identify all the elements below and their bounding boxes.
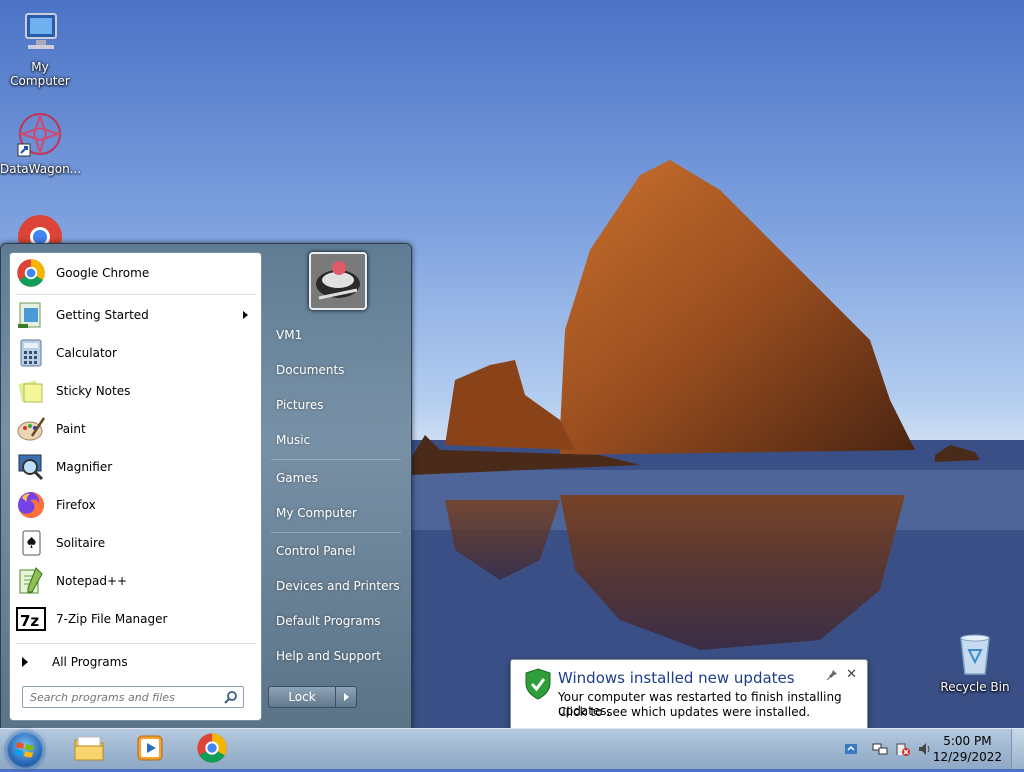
programs-pane: Google Chrome Getting Started Calculator… xyxy=(9,252,262,721)
sticky-notes-icon xyxy=(15,375,47,407)
program-sticky-notes[interactable]: Sticky Notes xyxy=(12,373,258,409)
start-link-music[interactable]: Music xyxy=(276,433,310,447)
calculator-icon xyxy=(15,337,47,369)
notification-title: Windows installed new updates xyxy=(558,669,795,687)
program-firefox[interactable]: Firefox xyxy=(12,487,258,523)
update-notification[interactable]: Windows installed new updates Your compu… xyxy=(510,659,868,738)
all-programs-arrow-icon xyxy=(22,657,28,667)
close-icon[interactable]: ✕ xyxy=(846,667,857,682)
media-player-icon xyxy=(135,733,165,766)
solitaire-icon xyxy=(15,527,47,559)
taskbar-chrome-button[interactable] xyxy=(190,732,234,766)
program-calculator[interactable]: Calculator xyxy=(12,335,258,371)
program-getting-started[interactable]: Getting Started xyxy=(12,297,258,333)
user-avatar[interactable] xyxy=(309,252,367,310)
action-center-tray-icon[interactable] xyxy=(895,741,911,757)
all-programs-button[interactable]: All Programs xyxy=(18,650,128,674)
folder-icon xyxy=(73,734,105,765)
submenu-arrow-icon xyxy=(243,311,248,319)
7zip-icon: 7z xyxy=(15,603,47,635)
desktop-icon-label: DataWagon... xyxy=(0,162,82,176)
clock-date: 12/29/2022 xyxy=(932,750,1002,764)
desktop-icon-chrome[interactable] xyxy=(0,213,80,243)
start-link-default-programs[interactable]: Default Programs xyxy=(276,614,381,628)
taskbar-clock[interactable]: 5:00 PM 12/29/2022 xyxy=(933,734,1002,764)
program-magnifier[interactable]: Magnifier xyxy=(12,449,258,485)
recycle-bin-icon xyxy=(951,630,999,678)
taskbar-explorer-button[interactable] xyxy=(67,732,111,766)
clock-time: 5:00 PM xyxy=(943,734,992,748)
desktop-icon-recycle-bin[interactable]: Recycle Bin xyxy=(935,630,1015,694)
getting-started-icon xyxy=(15,299,47,331)
firefox-icon xyxy=(15,489,47,521)
separator xyxy=(271,532,401,533)
windows-update-tray-icon[interactable] xyxy=(843,741,859,757)
start-link-documents[interactable]: Documents xyxy=(276,363,344,377)
svg-text:7z: 7z xyxy=(20,612,39,630)
search-box[interactable] xyxy=(22,686,244,708)
desktop-icon-label: Recycle Bin xyxy=(940,680,1010,694)
start-link-games[interactable]: Games xyxy=(276,471,318,485)
desktop-icon-datawagon[interactable]: DataWagon... xyxy=(0,112,82,176)
notepadpp-icon xyxy=(15,565,47,597)
chrome-icon xyxy=(196,732,228,767)
chrome-icon xyxy=(16,213,64,243)
program-solitaire[interactable]: Solitaire xyxy=(12,525,258,561)
start-link-vm1[interactable]: VM1 xyxy=(276,328,302,342)
computer-icon xyxy=(16,10,64,58)
start-link-devices-printers[interactable]: Devices and Printers xyxy=(276,579,400,593)
datawagon-icon xyxy=(16,112,64,160)
shutdown-options-arrow-button[interactable] xyxy=(335,686,357,708)
notification-message: Click to see which updates were installe… xyxy=(558,705,811,719)
desktop-icon-my-computer[interactable]: My Computer xyxy=(0,10,80,88)
paint-icon xyxy=(15,413,47,445)
program-paint[interactable]: Paint xyxy=(12,411,258,447)
search-input[interactable] xyxy=(28,689,222,705)
shield-check-icon xyxy=(524,668,552,703)
program-google-chrome[interactable]: Google Chrome xyxy=(12,255,258,291)
pin-icon[interactable] xyxy=(826,669,837,681)
separator xyxy=(16,294,256,295)
search-icon[interactable] xyxy=(224,690,238,707)
network-tray-icon[interactable] xyxy=(872,741,888,757)
start-menu: Google Chrome Getting Started Calculator… xyxy=(0,243,412,730)
start-link-control-panel[interactable]: Control Panel xyxy=(276,544,356,558)
taskbar-media-player-button[interactable] xyxy=(128,732,172,766)
start-link-help-support[interactable]: Help and Support xyxy=(276,649,381,663)
chrome-icon xyxy=(15,257,47,289)
windows-logo-icon xyxy=(15,742,34,758)
start-link-my-computer[interactable]: My Computer xyxy=(276,506,357,520)
volume-tray-icon[interactable] xyxy=(917,741,933,757)
separator xyxy=(271,459,401,460)
lock-button[interactable]: Lock xyxy=(268,686,336,708)
desktop-icon-label: My Computer xyxy=(10,60,70,88)
start-menu-links-pane: VM1 Documents Pictures Music Games My Co… xyxy=(263,244,411,729)
start-button[interactable] xyxy=(6,731,44,769)
start-link-pictures[interactable]: Pictures xyxy=(276,398,324,412)
program-notepadpp[interactable]: Notepad++ xyxy=(12,563,258,599)
magnifier-icon xyxy=(15,451,47,483)
show-desktop-button[interactable] xyxy=(1011,729,1024,769)
taskbar: 5:00 PM 12/29/2022 xyxy=(0,728,1024,769)
separator xyxy=(16,643,256,644)
program-7zip[interactable]: 7z 7-Zip File Manager xyxy=(12,601,258,637)
